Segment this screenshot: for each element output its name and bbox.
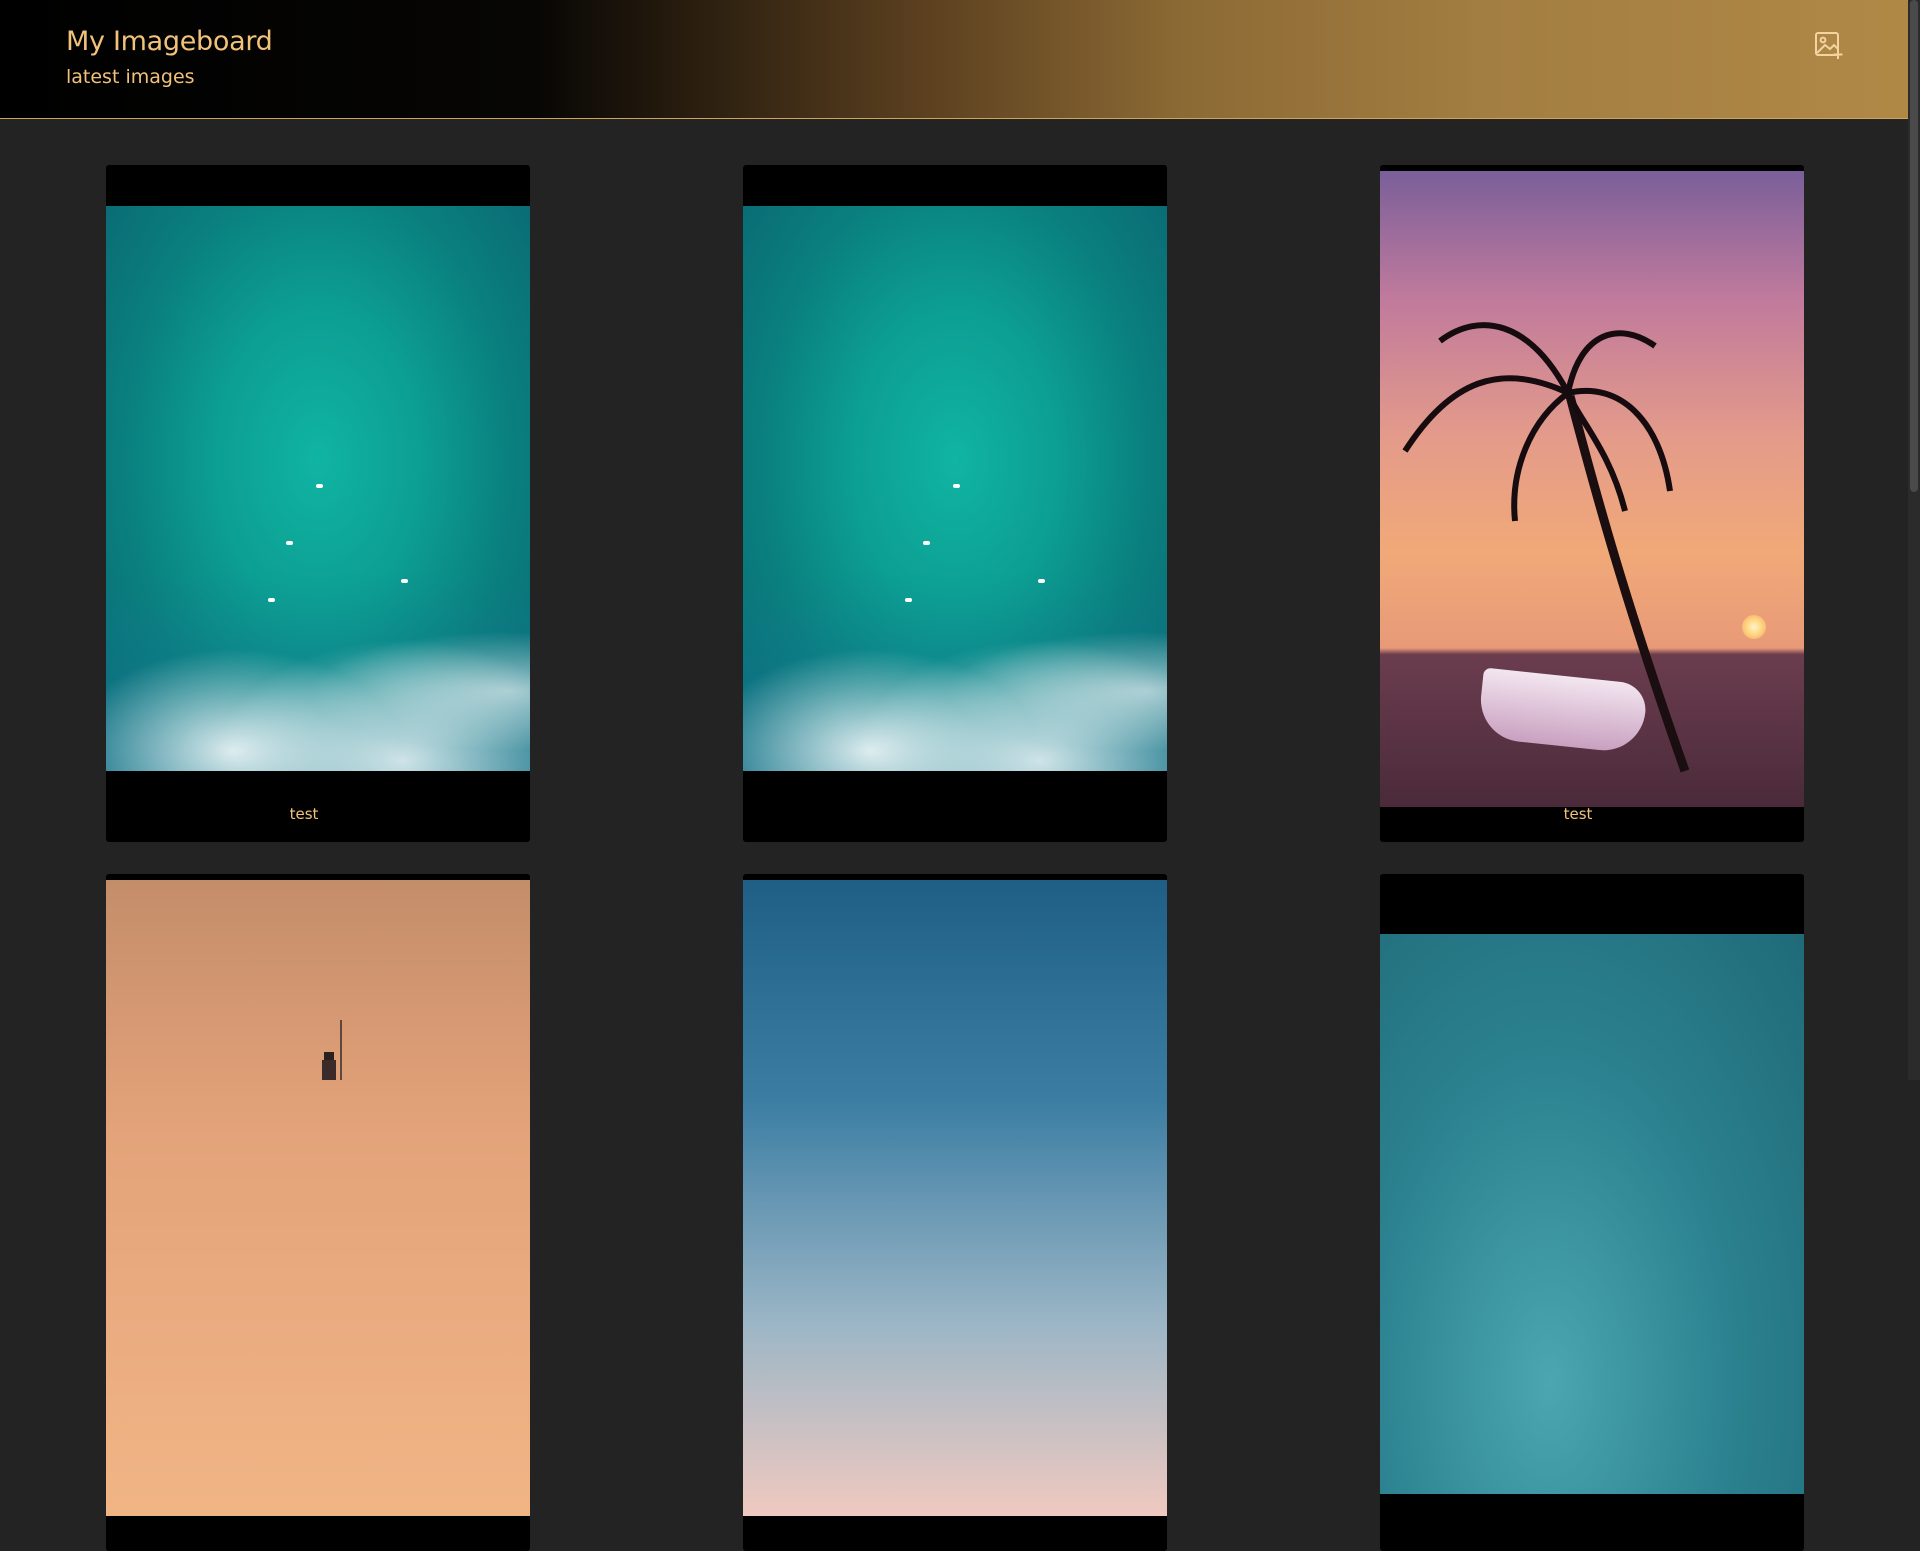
image-caption: test xyxy=(1563,805,1593,823)
app-header: My Imageboard latest images xyxy=(0,0,1908,119)
surfer-mark xyxy=(268,598,275,602)
upload-image-button[interactable] xyxy=(1814,30,1844,60)
lighthouse-graphic xyxy=(322,1020,342,1080)
app-subtitle: latest images xyxy=(66,66,195,88)
wave-overlay xyxy=(106,571,530,771)
wave-overlay xyxy=(743,571,1167,771)
image-card[interactable] xyxy=(743,165,1167,842)
app-title[interactable]: My Imageboard xyxy=(66,26,273,57)
page-scrollbar[interactable] xyxy=(1908,0,1920,1080)
surfer-mark xyxy=(401,579,408,583)
image-card[interactable]: test xyxy=(1380,165,1804,842)
image-blue-gradient-sky xyxy=(743,880,1167,1516)
image-lighthouse-dusk xyxy=(106,880,530,1516)
surfer-mark xyxy=(953,484,960,488)
image-palm-tree-boat-sunset xyxy=(1380,171,1804,807)
image-caption: test xyxy=(289,805,319,823)
image-aerial-ocean-surfers xyxy=(106,206,530,771)
surfer-mark xyxy=(286,541,293,545)
surfer-mark xyxy=(905,598,912,602)
image-add-icon xyxy=(1815,32,1843,59)
image-teal-water-aerial xyxy=(1380,934,1804,1494)
surfer-mark xyxy=(923,541,930,545)
image-aerial-ocean-surfers xyxy=(743,206,1167,771)
image-card[interactable]: test xyxy=(106,165,530,842)
surfer-mark xyxy=(1038,579,1045,583)
image-card[interactable] xyxy=(106,874,530,1551)
surfer-mark xyxy=(316,484,323,488)
image-card[interactable] xyxy=(1380,874,1804,1551)
scrollbar-thumb[interactable] xyxy=(1910,0,1918,492)
image-card[interactable] xyxy=(743,874,1167,1551)
